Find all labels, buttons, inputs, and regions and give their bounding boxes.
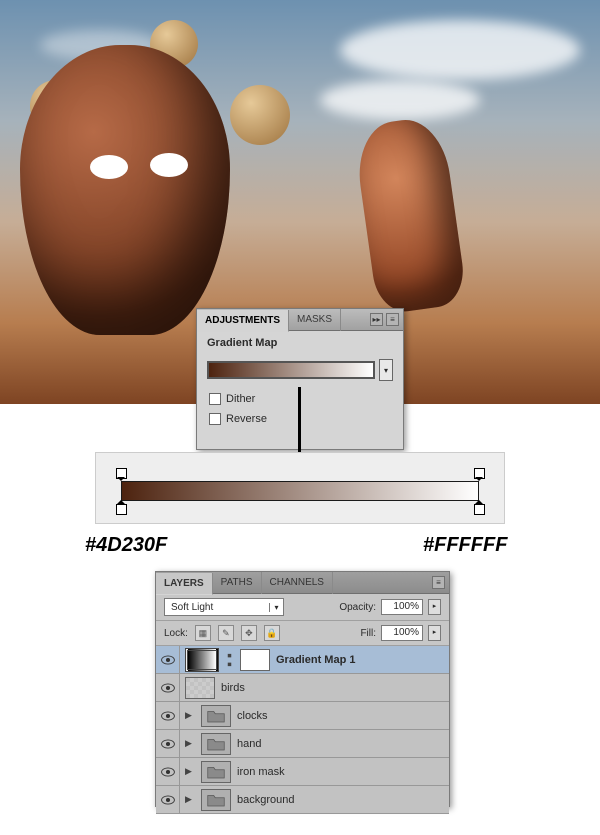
layers-panel: LAYERS PATHS CHANNELS ≡ Soft Light ▾ Opa… <box>155 571 450 807</box>
eye-icon <box>161 655 175 665</box>
folder-icon <box>207 737 225 751</box>
group-thumb <box>201 733 231 755</box>
tab-channels[interactable]: CHANNELS <box>262 572 333 594</box>
tab-layers[interactable]: LAYERS <box>156 573 213 595</box>
dither-checkbox[interactable] <box>209 393 221 405</box>
layer-gradient-map-1[interactable]: Gradient Map 1 <box>156 646 449 674</box>
lock-all-icon[interactable]: 🔒 <box>264 625 280 641</box>
group-thumb <box>201 705 231 727</box>
reverse-label: Reverse <box>226 413 267 425</box>
opacity-label: Opacity: <box>339 602 376 613</box>
layers-panel-menu-icon[interactable]: ≡ <box>432 576 445 589</box>
eye-icon <box>161 767 175 777</box>
layer-thumb <box>185 677 215 699</box>
gradient-ramp[interactable] <box>121 481 479 501</box>
layer-group-hand[interactable]: ▶ hand <box>156 730 449 758</box>
iron-mask-head <box>20 45 230 335</box>
color-stop-right[interactable] <box>474 502 484 514</box>
opacity-stop-left[interactable] <box>116 468 126 480</box>
layer-group-background[interactable]: ▶ background <box>156 786 449 814</box>
gradient-dropdown-button[interactable]: ▾ <box>379 359 393 381</box>
layers-panel-tabs: LAYERS PATHS CHANNELS ≡ <box>156 572 449 594</box>
lock-position-icon[interactable]: ✥ <box>241 625 257 641</box>
visibility-toggle[interactable] <box>156 702 180 729</box>
layer-name-label: birds <box>221 682 245 694</box>
link-icon <box>225 653 234 667</box>
layer-name-label: background <box>237 794 295 806</box>
panel-collapse-icon[interactable]: ▸▸ <box>370 313 383 326</box>
folder-icon <box>207 709 225 723</box>
dither-label: Dither <box>226 393 255 405</box>
lock-transparency-icon[interactable]: ▦ <box>195 625 211 641</box>
lock-pixels-icon[interactable]: ✎ <box>218 625 234 641</box>
layer-group-iron-mask[interactable]: ▶ iron mask <box>156 758 449 786</box>
lock-label: Lock: <box>164 628 188 639</box>
layer-name-label: clocks <box>237 710 268 722</box>
eye-icon <box>161 711 175 721</box>
layer-name-label: Gradient Map 1 <box>276 654 355 666</box>
adjustments-tabs: ADJUSTMENTS MASKS ▸▸ ≡ <box>197 309 403 331</box>
eye-icon <box>161 683 175 693</box>
visibility-toggle[interactable] <box>156 674 180 701</box>
visibility-toggle[interactable] <box>156 646 180 673</box>
group-thumb <box>201 761 231 783</box>
opacity-stop-right[interactable] <box>474 468 484 480</box>
reverse-checkbox[interactable] <box>209 413 221 425</box>
tab-adjustments[interactable]: ADJUSTMENTS <box>197 310 289 332</box>
panel-menu-icon[interactable]: ≡ <box>386 313 399 326</box>
hex-end-label: #FFFFFF <box>423 534 507 557</box>
eye-icon <box>161 795 175 805</box>
disclosure-triangle-icon[interactable]: ▶ <box>185 794 195 805</box>
adjustment-thumb <box>185 648 219 672</box>
color-stop-left[interactable] <box>116 502 126 514</box>
layer-group-clocks[interactable]: ▶ clocks <box>156 702 449 730</box>
disclosure-triangle-icon[interactable]: ▶ <box>185 710 195 721</box>
mask-thumb <box>240 649 270 671</box>
folder-icon <box>207 793 225 807</box>
hex-start-label: #4D230F <box>85 534 167 557</box>
folder-icon <box>207 765 225 779</box>
tab-paths[interactable]: PATHS <box>213 572 262 594</box>
fill-label: Fill: <box>360 628 376 639</box>
visibility-toggle[interactable] <box>156 730 180 757</box>
visibility-toggle[interactable] <box>156 758 180 785</box>
opacity-flyout-button[interactable]: ▸ <box>428 599 441 615</box>
visibility-toggle[interactable] <box>156 786 180 813</box>
gradient-preview[interactable] <box>207 361 375 379</box>
layer-name-label: hand <box>237 738 261 750</box>
fill-input[interactable]: 100% <box>381 625 423 641</box>
tab-masks[interactable]: MASKS <box>289 309 341 331</box>
disclosure-triangle-icon[interactable]: ▶ <box>185 766 195 777</box>
blend-mode-select[interactable]: Soft Light ▾ <box>164 598 284 616</box>
blend-mode-value: Soft Light <box>165 602 269 613</box>
layer-birds[interactable]: birds <box>156 674 449 702</box>
chevron-down-icon: ▾ <box>269 603 283 612</box>
opacity-input[interactable]: 100% <box>381 599 423 615</box>
desert-hand <box>352 115 468 316</box>
adjustment-type-title: Gradient Map <box>207 337 393 349</box>
layer-list: Gradient Map 1 birds ▶ clocks <box>156 646 449 814</box>
layer-name-label: iron mask <box>237 766 285 778</box>
group-thumb <box>201 789 231 811</box>
disclosure-triangle-icon[interactable]: ▶ <box>185 738 195 749</box>
eye-icon <box>161 739 175 749</box>
fill-flyout-button[interactable]: ▸ <box>428 625 441 641</box>
gradient-editor <box>95 452 505 524</box>
